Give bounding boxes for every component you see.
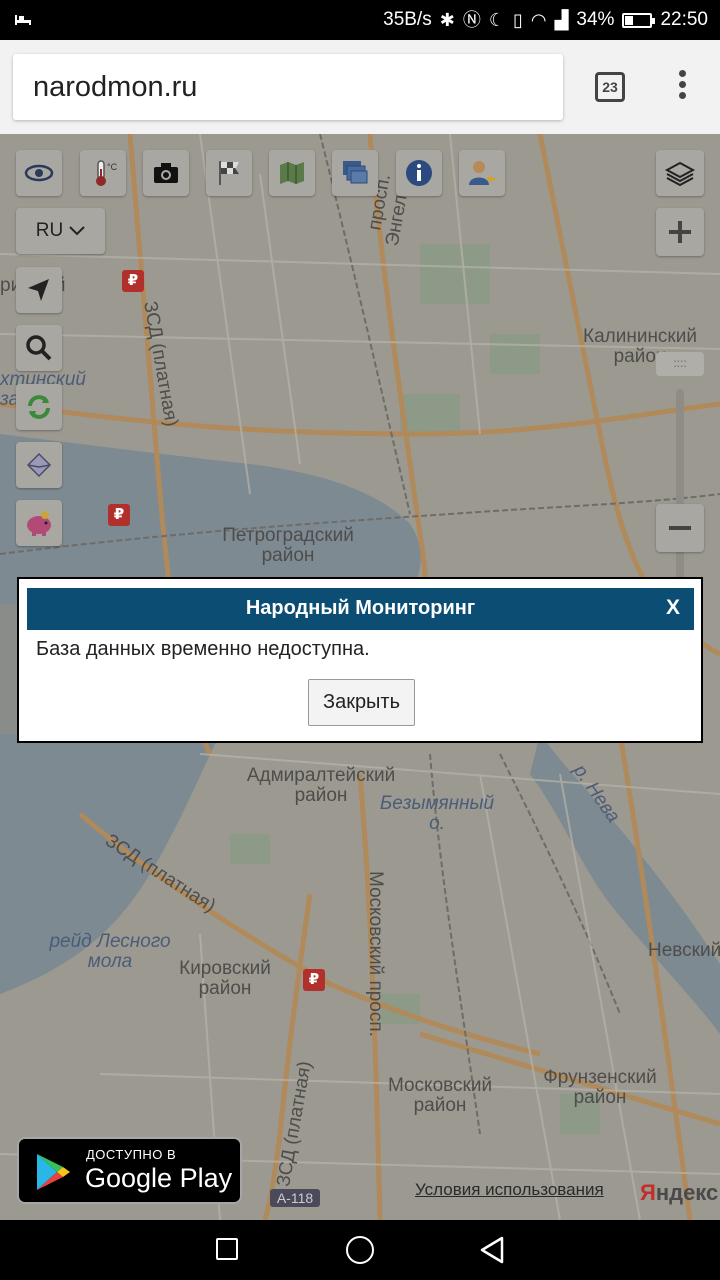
gplay-line1: ДОСТУПНО В <box>86 1147 177 1162</box>
google-play-icon <box>37 1154 70 1190</box>
chevron-down-icon <box>69 226 85 236</box>
back-button[interactable] <box>478 1236 506 1264</box>
eye-icon[interactable] <box>16 150 62 196</box>
map-label-petrogradsky: Петроградский район <box>222 525 354 566</box>
metro-marker[interactable]: ₽ <box>303 969 325 991</box>
zoom-in-button[interactable] <box>656 208 704 256</box>
url-text: narodmon.ru <box>33 71 198 103</box>
wifi-icon: ◠ <box>530 10 547 30</box>
user-key-icon[interactable] <box>459 150 505 196</box>
tab-switcher-button[interactable]: 23 <box>595 72 625 102</box>
map-icon[interactable] <box>269 150 315 196</box>
search-icon[interactable] <box>16 325 62 371</box>
dialog-message: База данных временно недоступна. <box>36 638 370 660</box>
mail-icon[interactable] <box>16 442 62 488</box>
navigation-arrow-icon[interactable] <box>16 267 62 313</box>
bluetooth-icon: ✱ <box>439 10 455 30</box>
battery-icon <box>622 12 656 28</box>
dialog-header: Народный Мониторинг X <box>27 588 694 630</box>
map-label-nevsky: Невский <box>648 940 720 961</box>
zoom-out-button[interactable] <box>656 504 704 552</box>
minus-icon <box>669 526 691 530</box>
battery-fill <box>625 15 634 25</box>
status-bar: 35B/s ✱ Ⓝ ☾ ▯ ◠ ▟ 34% 22:50 <box>0 0 720 40</box>
flag-icon[interactable] <box>206 150 252 196</box>
plus-icon <box>669 221 691 243</box>
layers-icon[interactable] <box>656 150 704 196</box>
bed-icon <box>15 15 31 25</box>
close-button[interactable]: Закрыть <box>308 679 415 726</box>
nfc-icon: Ⓝ <box>462 10 481 30</box>
refresh-icon[interactable] <box>16 384 62 430</box>
recents-button[interactable] <box>216 1238 238 1260</box>
dialog-close-x[interactable]: X <box>666 596 680 620</box>
yandex-logo: Яндекс <box>640 1180 719 1205</box>
overflow-menu-icon[interactable] <box>672 70 692 104</box>
dialog-title: Народный Мониторинг <box>245 597 476 619</box>
browser-toolbar: narodmon.ru 23 <box>0 40 720 134</box>
clock: 22:50 <box>660 9 708 30</box>
map-label-a118: А-118 <box>270 1189 320 1207</box>
moon-icon: ☾ <box>488 10 505 30</box>
network-speed: 35B/s <box>383 9 432 30</box>
thermometer-icon[interactable]: °C <box>80 150 126 196</box>
signal-icon: ▟ <box>554 10 569 30</box>
metro-marker[interactable]: ₽ <box>122 270 144 292</box>
battery-percent: 34% <box>576 9 615 30</box>
gplay-line2: Google Play <box>85 1163 233 1193</box>
map-label-frunzensky: Фрунзенский район <box>543 1067 657 1108</box>
layers-window-icon[interactable] <box>332 150 378 196</box>
metro-marker[interactable]: ₽ <box>108 504 130 526</box>
map-label-moskovsky: Московский район <box>387 1075 493 1116</box>
piggy-bank-icon[interactable] <box>16 500 62 546</box>
map-label-bezymyanny: Безымянный о. <box>379 793 495 834</box>
svg-text:°C: °C <box>107 162 118 172</box>
language-label: RU <box>35 220 64 241</box>
map-label-kirovsky: Кировский район <box>179 958 271 999</box>
home-button[interactable] <box>346 1236 374 1264</box>
info-icon[interactable] <box>396 150 442 196</box>
google-play-badge[interactable]: ДОСТУПНО В Google Play <box>17 1137 242 1204</box>
zoom-slider-handle[interactable]: :::: <box>656 352 704 376</box>
error-dialog: Народный Мониторинг X База данных времен… <box>17 577 703 743</box>
system-nav-bar <box>0 1220 720 1280</box>
language-selector[interactable]: RU <box>16 208 105 254</box>
address-bar[interactable]: narodmon.ru <box>13 54 563 120</box>
map-label-moskovsky-prosp: Московский просп. <box>365 871 386 1037</box>
camera-icon[interactable] <box>143 150 189 196</box>
terms-link[interactable]: Условия использования <box>415 1180 604 1200</box>
vibrate-icon: ▯ <box>512 10 523 30</box>
